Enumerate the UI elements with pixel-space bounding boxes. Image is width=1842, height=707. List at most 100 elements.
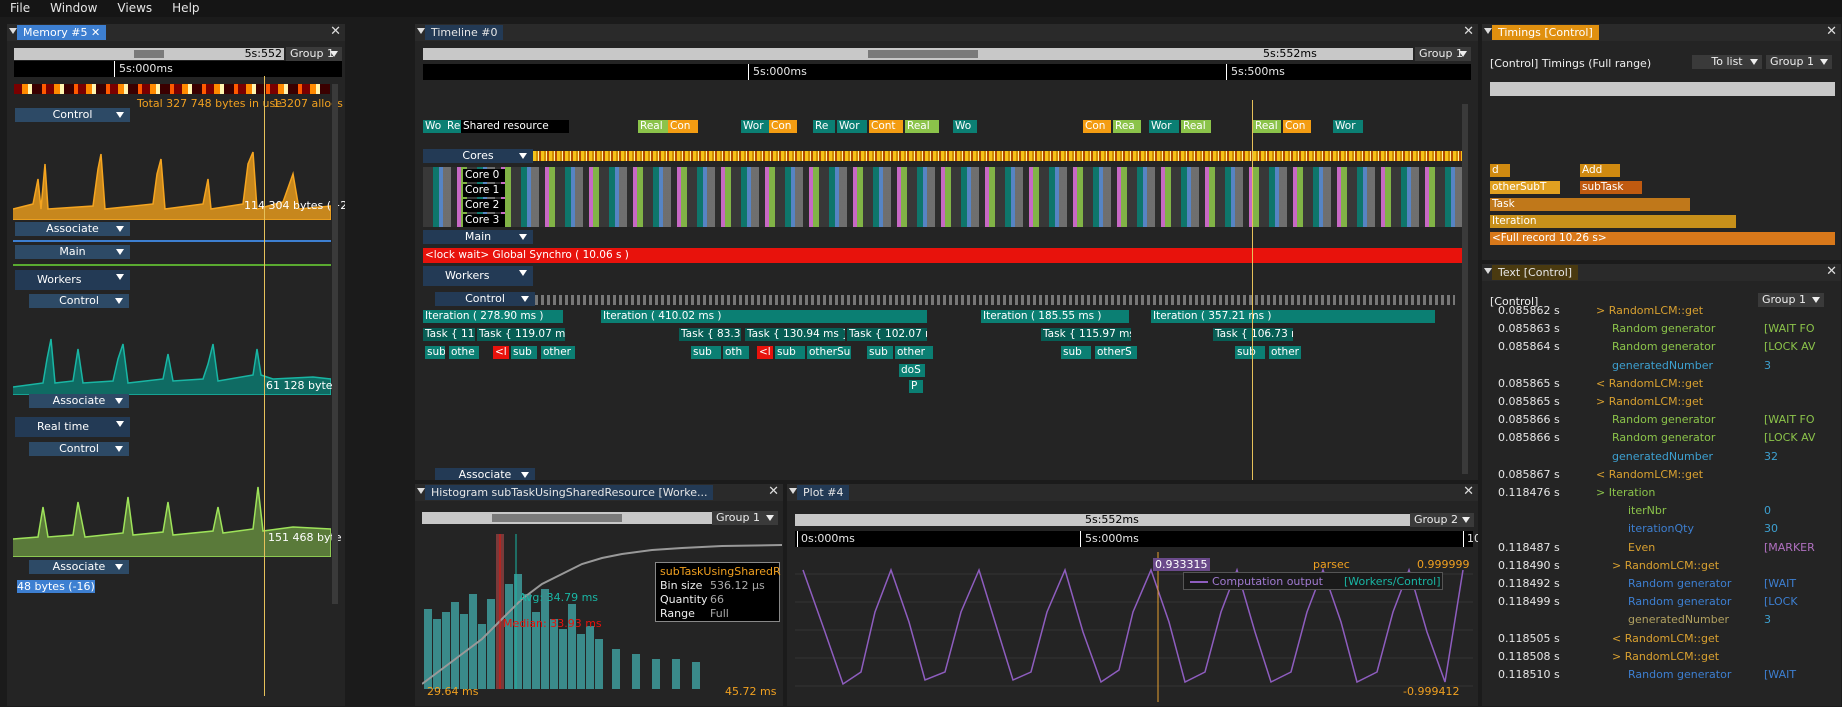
track-realtime[interactable]: Real time (15, 417, 130, 437)
track-workers[interactable]: Workers (423, 266, 533, 286)
track-realtime-associate[interactable]: Associate (29, 560, 129, 574)
panel-menu-icon[interactable] (789, 488, 797, 494)
track-workers-control[interactable]: Control (435, 292, 535, 306)
timeline-group-select[interactable]: Group 1 (1415, 47, 1471, 61)
timings-tab[interactable]: Timings [Control] (1492, 25, 1599, 40)
marker-block[interactable]: Re (445, 120, 461, 133)
iteration-block[interactable]: Iteration ( 357.21 ms ) (1151, 310, 1435, 323)
timing-bar[interactable]: otherSubT (1490, 181, 1560, 194)
timing-bar[interactable]: subTask (1580, 181, 1642, 194)
subtask-block[interactable]: sub (1061, 346, 1091, 359)
plot-scrollbar[interactable]: 5s:552ms (795, 513, 1410, 526)
lock-wait-bar[interactable]: <lock wait> Global Synchro ( 10.06 s ) (423, 248, 1463, 263)
memory-scrollbar[interactable]: 5s:552 (14, 47, 284, 60)
timing-bar[interactable]: Task (1490, 198, 1690, 211)
subtask-block[interactable]: other (895, 346, 933, 359)
track-workers-associate[interactable]: Associate (29, 394, 129, 408)
memory-group-select[interactable]: Group 1 (286, 47, 342, 61)
subtask-block[interactable]: othe (449, 346, 479, 359)
memory-tab[interactable]: Memory #5 ✕ (17, 25, 107, 40)
menu-window[interactable]: Window (40, 0, 107, 16)
close-icon[interactable]: ✕ (330, 24, 341, 39)
marker-block[interactable]: Cont (869, 120, 903, 133)
marker-block[interactable]: Wor (837, 120, 867, 133)
subtask-block[interactable]: sub (425, 346, 445, 359)
subtask-block[interactable]: oth (723, 346, 749, 359)
timings-group-select[interactable]: Group 1 (1766, 55, 1832, 69)
subtask-block[interactable]: <l (757, 346, 773, 359)
marker-block[interactable]: Wo (953, 120, 977, 133)
subtask-block[interactable]: otherS (1095, 346, 1137, 359)
histogram-group-select[interactable]: Group 1 (712, 511, 778, 525)
memory-ruler[interactable]: 5s:000ms (14, 61, 342, 77)
marker-block[interactable]: Wo (423, 120, 445, 133)
task-block[interactable]: Task { 83.30 (679, 328, 741, 341)
subtask-block[interactable]: P (909, 380, 923, 393)
plot-ruler[interactable]: 0s:000ms 5s:000ms 10 (795, 531, 1478, 547)
track-associate[interactable]: Associate (435, 468, 535, 480)
panel-menu-icon[interactable] (417, 488, 425, 494)
subtask-block[interactable]: otherSu (807, 346, 851, 359)
close-icon[interactable]: ✕ (768, 484, 779, 499)
close-icon[interactable]: ✕ (1463, 484, 1474, 499)
marker-block[interactable]: Re (813, 120, 835, 133)
task-block[interactable]: Task { 102.07 m (847, 328, 927, 341)
menu-help[interactable]: Help (162, 0, 209, 16)
subtask-block[interactable]: <l (493, 346, 509, 359)
subtask-block[interactable]: sub (775, 346, 805, 359)
track-main[interactable]: Main (15, 245, 130, 259)
iteration-block[interactable]: Iteration ( 278.90 ms ) (423, 310, 563, 323)
text-tab[interactable]: Text [Control] (1492, 265, 1579, 280)
close-icon[interactable]: ✕ (1826, 24, 1837, 39)
panel-menu-icon[interactable] (1484, 268, 1492, 274)
panel-menu-icon[interactable] (1484, 28, 1492, 34)
iteration-block[interactable]: Iteration ( 185.55 ms ) (981, 310, 1129, 323)
timeline-ruler[interactable]: 5s:000ms 5s:500ms (423, 64, 1471, 80)
menu-file[interactable]: File (0, 0, 40, 16)
timeline-tab[interactable]: Timeline #0 (425, 25, 504, 40)
timings-scrollbar[interactable] (1490, 82, 1835, 96)
track-associate[interactable]: Associate (15, 222, 130, 236)
track-workers[interactable]: Workers (15, 270, 130, 290)
histogram-tab[interactable]: Histogram subTaskUsingSharedResource [Wo… (425, 485, 714, 500)
task-block[interactable]: Task { 115.97 ms } (1041, 328, 1131, 341)
task-block[interactable]: Task { 119.07 ms } (477, 328, 565, 341)
timing-bar[interactable]: Iteration (1490, 215, 1736, 228)
timing-bar[interactable]: Add (1580, 164, 1620, 177)
task-block[interactable]: Task { 130.94 ms } (745, 328, 845, 341)
memory-vscroll[interactable] (332, 84, 338, 604)
marker-block[interactable]: Con (1283, 120, 1311, 133)
marker-block[interactable]: Wor (1149, 120, 1179, 133)
marker-block[interactable]: Real (905, 120, 939, 133)
subtask-block[interactable]: other (541, 346, 575, 359)
track-main[interactable]: Main (423, 230, 533, 244)
subtask-block[interactable]: doS (899, 364, 925, 377)
panel-menu-icon[interactable] (417, 28, 425, 34)
shared-resource[interactable]: Shared resource (461, 120, 569, 133)
task-block[interactable]: Task { 106.73 m (1213, 328, 1293, 341)
close-icon[interactable]: ✕ (1463, 24, 1474, 39)
subtask-block[interactable]: sub (867, 346, 893, 359)
panel-menu-icon[interactable] (9, 28, 17, 34)
timing-bar[interactable]: <Full record 10.26 s> (1490, 232, 1835, 245)
marker-block[interactable]: Rea (1113, 120, 1141, 133)
marker-block[interactable]: Con (668, 120, 698, 133)
plot-group-select[interactable]: Group 2 (1410, 513, 1474, 527)
iteration-block[interactable]: Iteration ( 410.02 ms ) (601, 310, 927, 323)
subtask-block[interactable]: other (1269, 346, 1301, 359)
menu-views[interactable]: Views (107, 0, 162, 16)
to-list-button[interactable]: To list (1692, 55, 1762, 69)
track-control[interactable]: Control (15, 108, 130, 122)
marker-block[interactable]: Wor (1333, 120, 1363, 133)
task-block[interactable]: Task { 113 (423, 328, 475, 341)
marker-block[interactable]: Real (1253, 120, 1281, 133)
plot-tab[interactable]: Plot #4 (797, 485, 850, 500)
marker-block[interactable]: Real (638, 120, 668, 133)
timeline-vscroll[interactable] (1462, 104, 1468, 474)
track-workers-control[interactable]: Control (29, 294, 129, 308)
track-cores[interactable]: Cores (423, 149, 533, 163)
track-realtime-control[interactable]: Control (29, 442, 129, 456)
close-icon[interactable]: ✕ (1826, 264, 1837, 279)
marker-block[interactable]: Con (1083, 120, 1111, 133)
timeline-scrollbar[interactable]: 5s:552ms (423, 47, 1413, 60)
